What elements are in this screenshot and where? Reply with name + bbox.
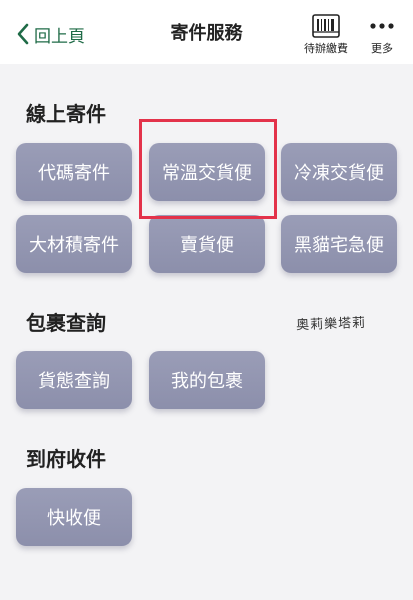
sell-goods-button[interactable]: 賣貨便 <box>149 215 265 273</box>
black-cat-express-button[interactable]: 黑貓宅急便 <box>281 215 397 273</box>
frozen-delivery-button[interactable]: 冷凍交貨便 <box>281 143 397 201</box>
watermark-signature: 奧莉樂塔莉 <box>295 315 367 334</box>
pending-payment-button[interactable]: 待辦繳費 <box>304 14 348 56</box>
more-button[interactable]: 更多 <box>368 14 396 56</box>
code-shipping-button[interactable]: 代碼寄件 <box>16 143 132 201</box>
quick-pickup-button[interactable]: 快收便 <box>16 488 132 546</box>
room-temp-delivery-button[interactable]: 常溫交貨便 <box>149 143 265 201</box>
more-label: 更多 <box>371 42 393 55</box>
section-title-home-pickup: 到府收件 <box>26 447 106 471</box>
more-dots-icon <box>370 23 394 29</box>
my-packages-button[interactable]: 我的包裹 <box>149 351 265 409</box>
barcode-icon <box>312 14 340 38</box>
tracking-status-button[interactable]: 貨態查詢 <box>16 351 132 409</box>
page-title: 寄件服務 <box>170 23 243 44</box>
header-bar: 回上頁 寄件服務 待辦繳費 更多 <box>0 0 413 64</box>
pending-payment-label: 待辦繳費 <box>304 42 348 55</box>
section-title-package-tracking: 包裹查詢 <box>26 311 106 335</box>
large-item-shipping-button[interactable]: 大材積寄件 <box>16 215 132 273</box>
section-title-online-shipping: 線上寄件 <box>26 102 106 126</box>
